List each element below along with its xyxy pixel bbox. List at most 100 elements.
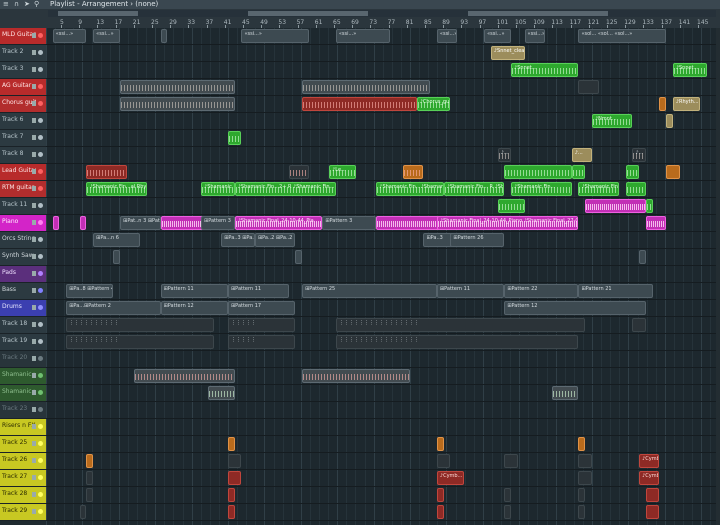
clip[interactable]	[227, 454, 242, 468]
clip[interactable]: «ssi...»	[524, 29, 545, 43]
track-color-icon[interactable]	[38, 373, 43, 378]
track-header[interactable]: Track 23	[0, 402, 46, 419]
track-header[interactable]: Track 7	[0, 130, 46, 147]
clip[interactable]	[436, 454, 451, 468]
playlist-grid[interactable]: «ssi...» «ssi...» «ssi...» «ssi...» «ssi...»…	[46, 28, 720, 525]
clip[interactable]	[86, 454, 94, 468]
clip[interactable]: ♪Shamanic Fin...♪Shamanic Fin...	[376, 182, 444, 196]
track-lane[interactable]	[46, 164, 720, 181]
clip[interactable]: ⋮⋮⋮⋮⋮⋮⋮⋮⋮⋮⋮⋮⋮⋮⋮⋮	[335, 318, 586, 332]
clip[interactable]: ⊞Pattern 3	[322, 216, 377, 230]
track-color-icon[interactable]	[38, 390, 43, 395]
track-header[interactable]: Orcs Strings	[0, 232, 46, 249]
mute-led-icon[interactable]	[32, 305, 36, 310]
clip[interactable]: «ssi...»	[52, 29, 87, 43]
track-lane[interactable]	[46, 351, 720, 368]
clip[interactable]	[504, 165, 572, 179]
clip[interactable]: ⊞Pattern 26	[450, 233, 505, 247]
pointer-icon[interactable]: ➤	[24, 0, 30, 8]
track-color-icon[interactable]	[38, 186, 43, 191]
track-header[interactable]: RTM guitar	[0, 181, 46, 198]
track-color-icon[interactable]	[38, 441, 43, 446]
menu-icon[interactable]: ≡	[3, 0, 9, 8]
track-color-icon[interactable]	[38, 118, 43, 123]
track-header[interactable]: Track 6	[0, 113, 46, 130]
track-header[interactable]: Track 3	[0, 62, 46, 79]
clip[interactable]	[288, 165, 309, 179]
clip[interactable]: ⋮⋮⋮⋮⋮	[227, 318, 296, 332]
clip[interactable]	[302, 80, 431, 94]
clip[interactable]: ⊞Pa..2 ⊞Pa..2	[254, 233, 296, 247]
track-color-icon[interactable]	[38, 169, 43, 174]
track-lane[interactable]	[46, 62, 720, 79]
track-lane[interactable]	[46, 402, 720, 419]
clip[interactable]: ⊞Pattern 12	[504, 301, 646, 315]
track-color-icon[interactable]	[38, 220, 43, 225]
clip[interactable]: ♪Nmnt...	[591, 114, 633, 128]
track-color-icon[interactable]	[38, 135, 43, 140]
clip[interactable]	[504, 505, 512, 519]
clip[interactable]	[295, 250, 303, 264]
clip[interactable]: ⊞Pa..3 ⊞Pa..2	[221, 233, 255, 247]
track-color-icon[interactable]	[38, 288, 43, 293]
track-header[interactable]: Track 20	[0, 351, 46, 368]
clip[interactable]	[645, 505, 660, 519]
track-color-icon[interactable]	[38, 475, 43, 480]
mute-led-icon[interactable]	[32, 152, 36, 157]
mute-led-icon[interactable]	[32, 322, 36, 327]
clip[interactable]	[207, 386, 235, 400]
clip[interactable]	[578, 471, 592, 485]
mute-led-icon[interactable]	[32, 509, 36, 514]
clip[interactable]	[160, 29, 168, 43]
timeline-ruler[interactable]: 5 9 13 17 21 25 29 33 37 41 45 49 53 57 61 65 69 73 77 81 85…	[0, 9, 720, 29]
clip[interactable]: ⋮⋮⋮⋮⋮⋮⋮⋮⋮⋮	[66, 318, 215, 332]
clip[interactable]	[551, 386, 579, 400]
track-color-icon[interactable]	[38, 67, 43, 72]
mute-led-icon[interactable]	[32, 288, 36, 293]
mute-led-icon[interactable]	[32, 254, 36, 259]
mute-led-icon[interactable]	[32, 50, 36, 55]
track-color-icon[interactable]	[38, 509, 43, 514]
track-color-icon[interactable]	[38, 305, 43, 310]
clip[interactable]	[666, 165, 680, 179]
clip[interactable]	[639, 250, 646, 264]
track-color-icon[interactable]	[38, 101, 43, 106]
clip[interactable]	[659, 97, 667, 111]
clip[interactable]	[302, 369, 410, 383]
track-header[interactable]: Piano	[0, 215, 46, 232]
clip[interactable]	[585, 199, 646, 213]
clip[interactable]: ⋮⋮⋮⋮⋮	[227, 335, 296, 349]
clip[interactable]	[578, 488, 586, 502]
track-header[interactable]: Synth Saw	[0, 249, 46, 266]
clip[interactable]: ⊞Pattern 12	[160, 301, 228, 315]
clip[interactable]: ♪Shamanic Fin...2+ R ♪Shamanic Fin...	[234, 182, 336, 196]
clip[interactable]: ⊞Pattern 11	[227, 284, 289, 298]
clip[interactable]	[227, 505, 235, 519]
clip[interactable]: ⊞Pattern 22	[504, 284, 579, 298]
track-color-icon[interactable]	[38, 407, 43, 412]
mute-led-icon[interactable]	[32, 118, 36, 123]
track-lane[interactable]	[46, 147, 720, 164]
clip[interactable]	[86, 488, 94, 502]
clip[interactable]	[645, 216, 667, 230]
clip[interactable]	[504, 454, 518, 468]
track-header[interactable]: Track 26	[0, 453, 46, 470]
clip[interactable]: ♪Chorus_gu...	[416, 97, 451, 111]
clip[interactable]: ♪...	[632, 148, 646, 162]
clip[interactable]	[86, 471, 94, 485]
clip[interactable]	[227, 471, 242, 485]
track-lane[interactable]	[46, 249, 720, 266]
clip[interactable]: ♪Shamanic Final_24-10-44_Piano ♪Shamanic…	[436, 216, 579, 230]
track-color-icon[interactable]	[38, 458, 43, 463]
clip[interactable]: ⊞Pa..8 ⊞Pattern 4	[66, 284, 114, 298]
clip[interactable]	[436, 488, 444, 502]
mute-led-icon[interactable]	[32, 186, 36, 191]
track-lane[interactable]	[46, 419, 720, 436]
track-lane[interactable]	[46, 130, 720, 147]
clip[interactable]	[52, 216, 60, 230]
clip[interactable]	[666, 114, 673, 128]
mute-led-icon[interactable]	[32, 339, 36, 344]
mute-led-icon[interactable]	[32, 67, 36, 72]
track-lane[interactable]	[46, 385, 720, 402]
arrangement-overview[interactable]	[48, 10, 716, 17]
